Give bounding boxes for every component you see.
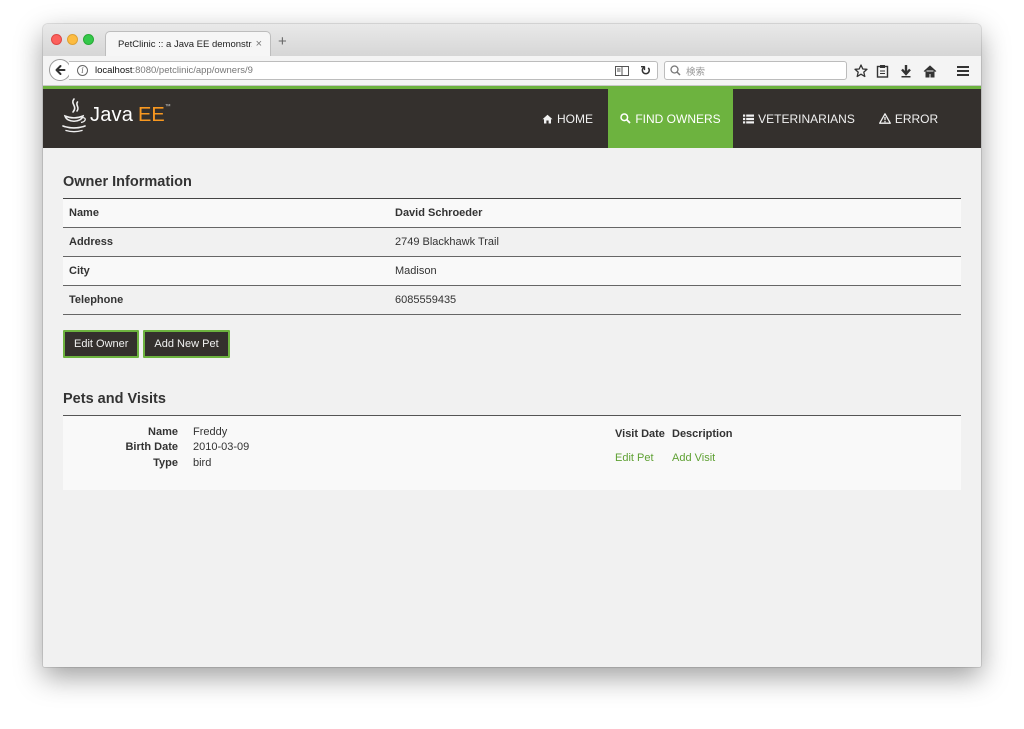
- nav-find-owners[interactable]: Find owners: [608, 89, 733, 148]
- nav-veterinarians[interactable]: Veterinarians: [739, 89, 859, 148]
- pet-name-row: Name Freddy: [63, 424, 249, 440]
- warning-icon: [878, 113, 891, 124]
- title-bar: PetClinic :: a Java EE demonstr... × +: [43, 24, 981, 56]
- pet-birth-date-label: Birth Date: [125, 441, 178, 454]
- pet-birth-date-row: Birth Date 2010-03-09: [63, 440, 249, 456]
- pet-name-label: Name: [148, 425, 178, 438]
- visits-table: Visit Date Description Edit Pet Add Visi…: [615, 428, 733, 464]
- pet-type-value: bird: [193, 456, 212, 469]
- close-window-button[interactable]: [51, 34, 62, 45]
- description-header: Description: [672, 428, 733, 440]
- list-icon: [743, 114, 755, 124]
- search-bar[interactable]: 検索: [664, 61, 847, 80]
- java-ee-logo[interactable]: Java EE ™: [61, 97, 171, 133]
- owner-city-value: Madison: [389, 256, 961, 286]
- table-row: Name David Schroeder: [63, 198, 961, 228]
- url-bar[interactable]: i localhost:8080/petclinic/app/owners/9 …: [69, 61, 658, 80]
- tab-close-icon[interactable]: ×: [256, 38, 262, 50]
- logo-trademark: ™: [164, 104, 171, 110]
- minimize-window-button[interactable]: [67, 34, 78, 45]
- page-viewport: Java EE ™ Home Find owners Vet: [43, 86, 981, 667]
- table-row: Telephone 6085559435: [63, 285, 961, 315]
- visit-date-header: Visit Date: [615, 428, 665, 440]
- browser-tab[interactable]: PetClinic :: a Java EE demonstr... ×: [105, 31, 271, 56]
- pets-table: Name Freddy Birth Date 2010-03-09 Type b…: [63, 415, 961, 490]
- pet-type-row: Type bird: [63, 455, 249, 471]
- owner-telephone-value: 6085559435: [389, 285, 961, 315]
- site-header: Java EE ™ Home Find owners Vet: [43, 89, 981, 148]
- table-row: City Madison: [63, 256, 961, 286]
- download-icon[interactable]: [898, 61, 914, 81]
- nav-home[interactable]: Home: [536, 89, 599, 148]
- back-button[interactable]: [49, 59, 71, 81]
- reload-icon[interactable]: ↻: [640, 63, 651, 79]
- owner-name-value: David Schroeder: [389, 198, 961, 228]
- pet-type-label: Type: [153, 456, 178, 469]
- hamburger-menu-icon[interactable]: [955, 61, 971, 81]
- edit-owner-button[interactable]: Edit Owner: [63, 330, 140, 358]
- add-visit-link[interactable]: Add Visit: [672, 452, 715, 464]
- owner-city-label: City: [63, 256, 389, 286]
- edit-pet-link[interactable]: Edit Pet: [615, 452, 672, 464]
- add-new-pet-button[interactable]: Add New Pet: [143, 330, 230, 358]
- arrow-left-icon: [55, 65, 66, 75]
- table-row: Address 2749 Blackhawk Trail: [63, 227, 961, 257]
- url-path: :8080/petclinic/app/owners/9: [132, 65, 253, 76]
- owner-actions: Edit Owner Add New Pet: [63, 330, 961, 358]
- url-host: localhost: [95, 65, 133, 76]
- nav-find-owners-label: Find owners: [635, 111, 721, 126]
- tab-title: PetClinic :: a Java EE demonstr...: [118, 38, 252, 50]
- nav-error-label: Error: [894, 111, 939, 126]
- pet-name-value: Freddy: [193, 425, 228, 438]
- search-icon: [620, 113, 631, 124]
- reader-view-icon[interactable]: [615, 66, 629, 76]
- owner-information-heading: Owner Information: [63, 174, 192, 190]
- url-text: localhost:8080/petclinic/app/owners/9: [95, 65, 253, 76]
- clipboard-icon[interactable]: [874, 61, 890, 81]
- logo-ee-text: EE: [138, 103, 165, 126]
- pet-birth-date-value: 2010-03-09: [193, 441, 250, 454]
- zoom-window-button[interactable]: [83, 34, 94, 45]
- pet-actions: Edit Pet Add Visit: [615, 452, 733, 464]
- logo-java-text: Java: [90, 103, 134, 126]
- visits-header: Visit Date Description: [615, 428, 733, 440]
- owner-address-value: 2749 Blackhawk Trail: [389, 227, 961, 257]
- search-placeholder: 検索: [686, 66, 706, 78]
- owner-name-label: Name: [63, 198, 389, 228]
- browser-window: PetClinic :: a Java EE demonstr... × + i…: [43, 24, 981, 667]
- info-icon[interactable]: i: [77, 65, 88, 76]
- new-tab-button[interactable]: +: [278, 33, 287, 50]
- owner-address-label: Address: [63, 227, 389, 257]
- nav-home-label: Home: [557, 111, 593, 126]
- home-icon[interactable]: [922, 61, 938, 81]
- search-icon: [670, 65, 681, 76]
- bookmark-star-icon[interactable]: [853, 61, 869, 81]
- navigation-toolbar: i localhost:8080/petclinic/app/owners/9 …: [43, 56, 981, 86]
- home-icon: [542, 114, 553, 124]
- pet-details: Name Freddy Birth Date 2010-03-09 Type b…: [63, 424, 249, 471]
- owner-telephone-label: Telephone: [63, 285, 389, 315]
- nav-error[interactable]: Error: [877, 89, 940, 148]
- pets-and-visits-heading: Pets and Visits: [63, 391, 166, 407]
- main-content: Owner Information Name David Schroeder A…: [63, 174, 961, 490]
- java-cup-icon: [62, 98, 86, 133]
- owner-info-table: Name David Schroeder Address 2749 Blackh…: [63, 198, 961, 315]
- nav-veterinarians-label: Veterinarians: [758, 111, 855, 126]
